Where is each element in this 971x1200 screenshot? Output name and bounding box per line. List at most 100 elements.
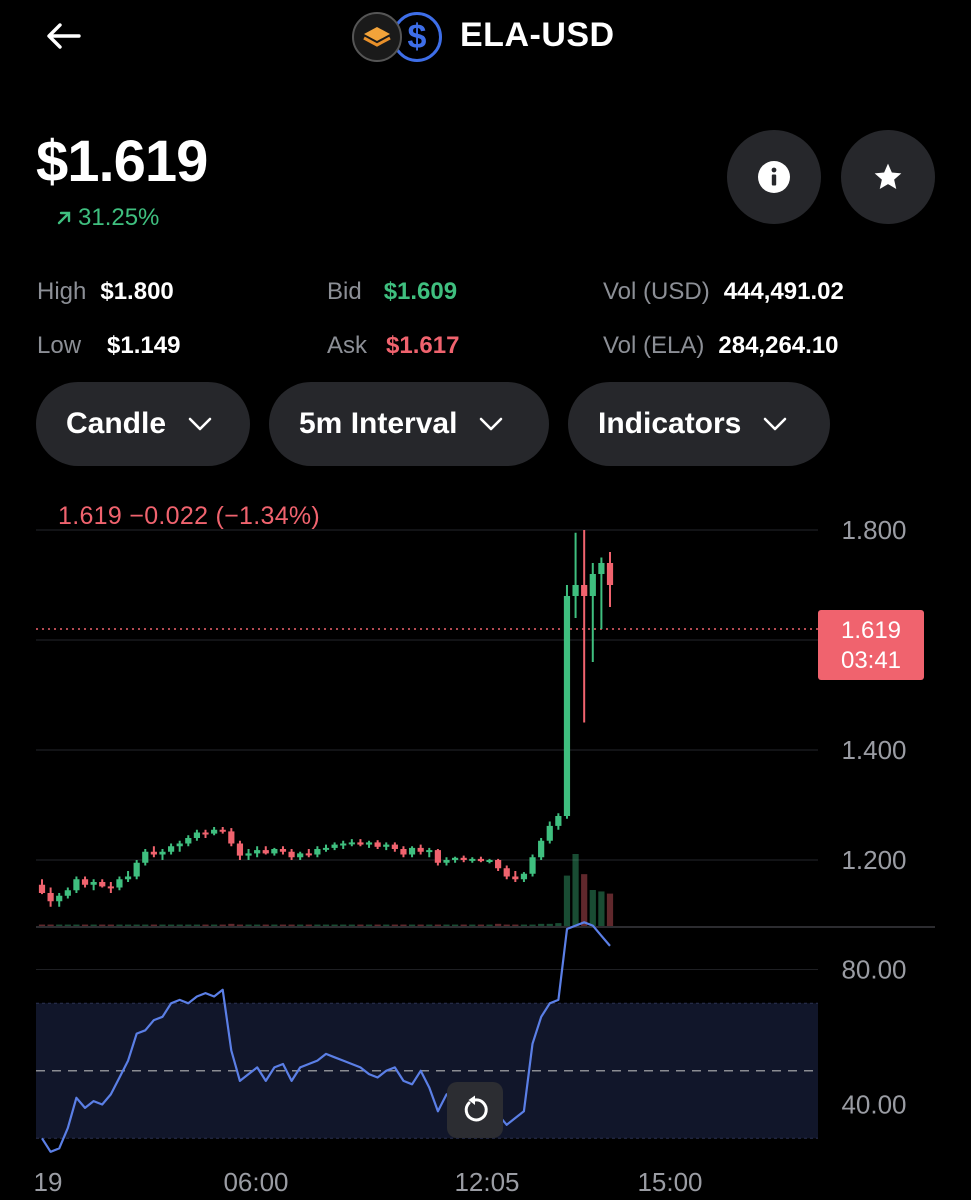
candle-body	[606, 563, 614, 585]
volume-bar	[477, 924, 485, 926]
volume-bar	[443, 924, 450, 926]
candle-body	[400, 849, 407, 855]
candle-body	[124, 876, 132, 880]
favorite-button[interactable]	[841, 130, 935, 224]
arrow-left-icon	[47, 23, 81, 49]
chevron-down-icon	[480, 417, 503, 431]
candle-body	[107, 886, 114, 889]
candle-body	[383, 844, 390, 847]
volume-bar	[193, 924, 201, 926]
back-button[interactable]	[44, 18, 84, 54]
chevron-down-icon	[188, 417, 212, 431]
volume-bar	[529, 924, 536, 926]
candle-body	[150, 851, 157, 855]
candle-body	[529, 857, 536, 874]
volume-bar	[228, 923, 235, 926]
candle-body	[434, 850, 441, 863]
candle-body	[408, 847, 416, 855]
candle-body	[426, 850, 433, 853]
pair-title: ELA-USD	[460, 16, 615, 54]
stat-ask: Ask $1.617	[327, 332, 459, 360]
indicators-dropdown[interactable]: Indicators	[568, 382, 830, 466]
volume-bar	[38, 924, 46, 926]
candle-body	[322, 847, 330, 850]
stat-label: Bid	[327, 278, 362, 305]
candle-body	[572, 585, 579, 596]
reset-chart-button[interactable]	[447, 1082, 503, 1138]
candle-body	[503, 868, 510, 877]
candle-body	[331, 844, 338, 848]
candle-body	[305, 853, 312, 856]
candlesticks	[38, 530, 614, 907]
volume-bar	[90, 924, 97, 926]
volume-bar	[331, 924, 338, 926]
candle-body	[546, 825, 553, 841]
candle-body	[314, 849, 321, 855]
candle-body	[219, 829, 226, 832]
candle-body	[538, 840, 545, 858]
candle-body	[495, 860, 502, 869]
candle-body	[365, 842, 373, 845]
volume-bar	[451, 924, 459, 926]
candle-body	[477, 858, 485, 862]
volume-bar	[572, 854, 579, 926]
candle-body	[245, 853, 252, 856]
stat-label: Vol (USD)	[603, 278, 710, 305]
stat-label: Low	[37, 332, 82, 359]
pair-icons: $	[352, 12, 444, 62]
info-icon	[758, 161, 790, 193]
candle-body	[176, 843, 183, 847]
interval-dropdown[interactable]: 5m Interval	[269, 382, 549, 466]
chart-type-dropdown[interactable]: Candle	[36, 382, 250, 466]
candle-body	[64, 890, 71, 896]
stat-vol-usd: Vol (USD) 444,491.02	[603, 278, 844, 306]
volume-bar	[598, 891, 605, 926]
candle-body	[211, 829, 218, 834]
stat-vol-ela: Vol (ELA) 284,264.10	[603, 332, 839, 360]
candle-body	[486, 860, 493, 862]
candle-body	[589, 574, 596, 596]
rsi-axis-label: 80.00	[841, 955, 906, 985]
candle-body	[90, 882, 97, 885]
volume-bar	[340, 924, 347, 926]
volume-bar	[426, 924, 433, 926]
volume-bar	[322, 924, 330, 926]
volume-bar	[357, 924, 364, 926]
current-price: $1.619	[36, 129, 208, 194]
candle-body	[460, 857, 467, 860]
volume-bar	[73, 924, 80, 926]
volume-bar	[159, 924, 166, 926]
info-button[interactable]	[727, 130, 821, 224]
volume-bar	[365, 924, 373, 926]
volume-bar	[185, 924, 192, 926]
candle-body	[555, 816, 562, 826]
candle-body	[254, 850, 261, 854]
time-axis-label: 12:05	[454, 1167, 519, 1197]
volume-bar	[555, 923, 562, 926]
volume-bar	[563, 875, 571, 926]
candle-body	[340, 843, 347, 846]
candle-body	[443, 860, 450, 863]
time-axis-label: 15:00	[637, 1167, 702, 1197]
indicators-label: Indicators	[598, 407, 742, 440]
volume-bar	[520, 924, 528, 926]
volume-bar	[288, 924, 295, 926]
ohlc-label: 1.619 −0.022 (−1.34%)	[58, 502, 321, 530]
volume-bar	[495, 923, 502, 926]
volume-bar	[245, 924, 252, 926]
candle-body	[581, 585, 588, 596]
volume-bar	[374, 924, 381, 926]
volume-bar	[271, 924, 278, 926]
volume-bar	[434, 924, 441, 926]
volume-bar	[503, 924, 510, 926]
stat-value: $1.800	[100, 278, 174, 305]
candle-body	[512, 876, 519, 880]
volume-bar	[167, 924, 175, 926]
price-axis-label: 1.400	[841, 735, 906, 765]
candle-countdown: 03:41	[840, 647, 902, 674]
candle-body	[348, 842, 355, 845]
candle-body	[598, 563, 605, 574]
volume-bar	[142, 924, 149, 926]
volume-bar	[546, 923, 553, 926]
volume-bar	[47, 924, 54, 926]
